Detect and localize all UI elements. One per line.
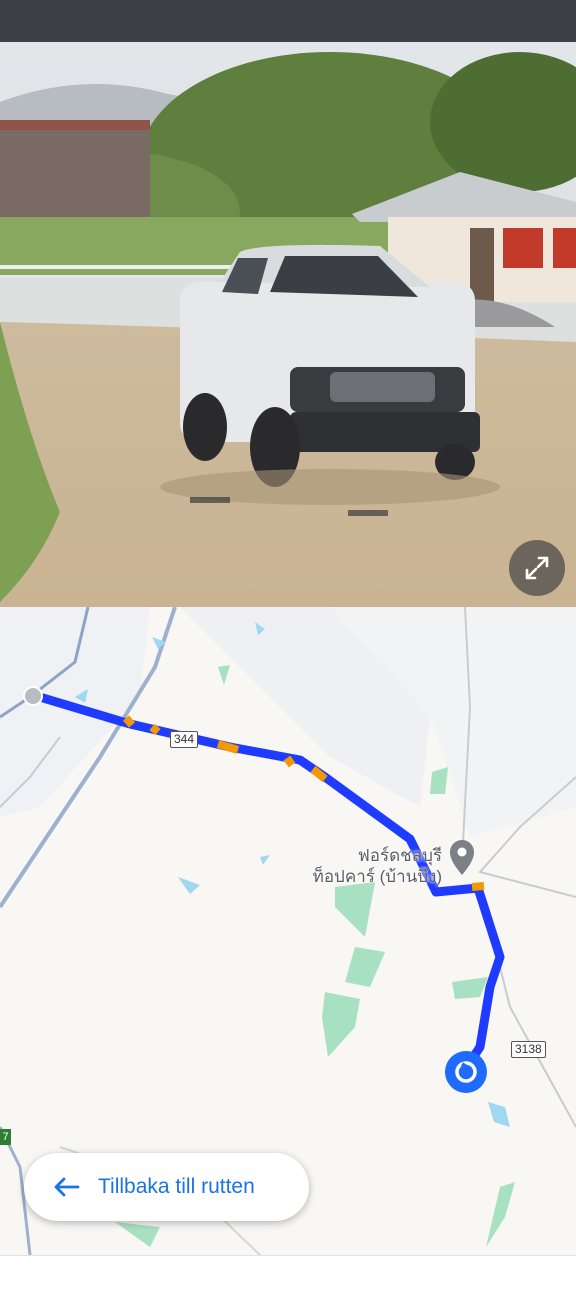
back-to-route-label: Tillbaka till rutten [98, 1175, 255, 1198]
current-location-icon[interactable] [445, 1051, 487, 1093]
expand-button[interactable] [509, 540, 565, 596]
road-shield-3138: 3138 [511, 1041, 546, 1058]
bottom-strip [0, 1255, 576, 1290]
poi-name-line2: ท็อปคาร์ (บ้านบึง) [312, 867, 442, 886]
street-view-photo [0, 42, 576, 607]
location-pin-icon[interactable] [450, 840, 474, 875]
status-bar [0, 0, 576, 42]
back-to-route-button[interactable]: Tillbaka till rutten [24, 1153, 309, 1221]
road-badge: 7 [0, 1129, 11, 1145]
poi-label[interactable]: ฟอร์ดชลบุรี ท็อปคาร์ (บ้านบึง) [290, 845, 442, 887]
arrow-left-icon [52, 1175, 82, 1199]
expand-icon [525, 556, 549, 580]
road-shield-344: 344 [170, 731, 199, 748]
street-view-image[interactable] [0, 42, 576, 607]
poi-name-line1: ฟอร์ดชลบุรี [357, 846, 442, 865]
